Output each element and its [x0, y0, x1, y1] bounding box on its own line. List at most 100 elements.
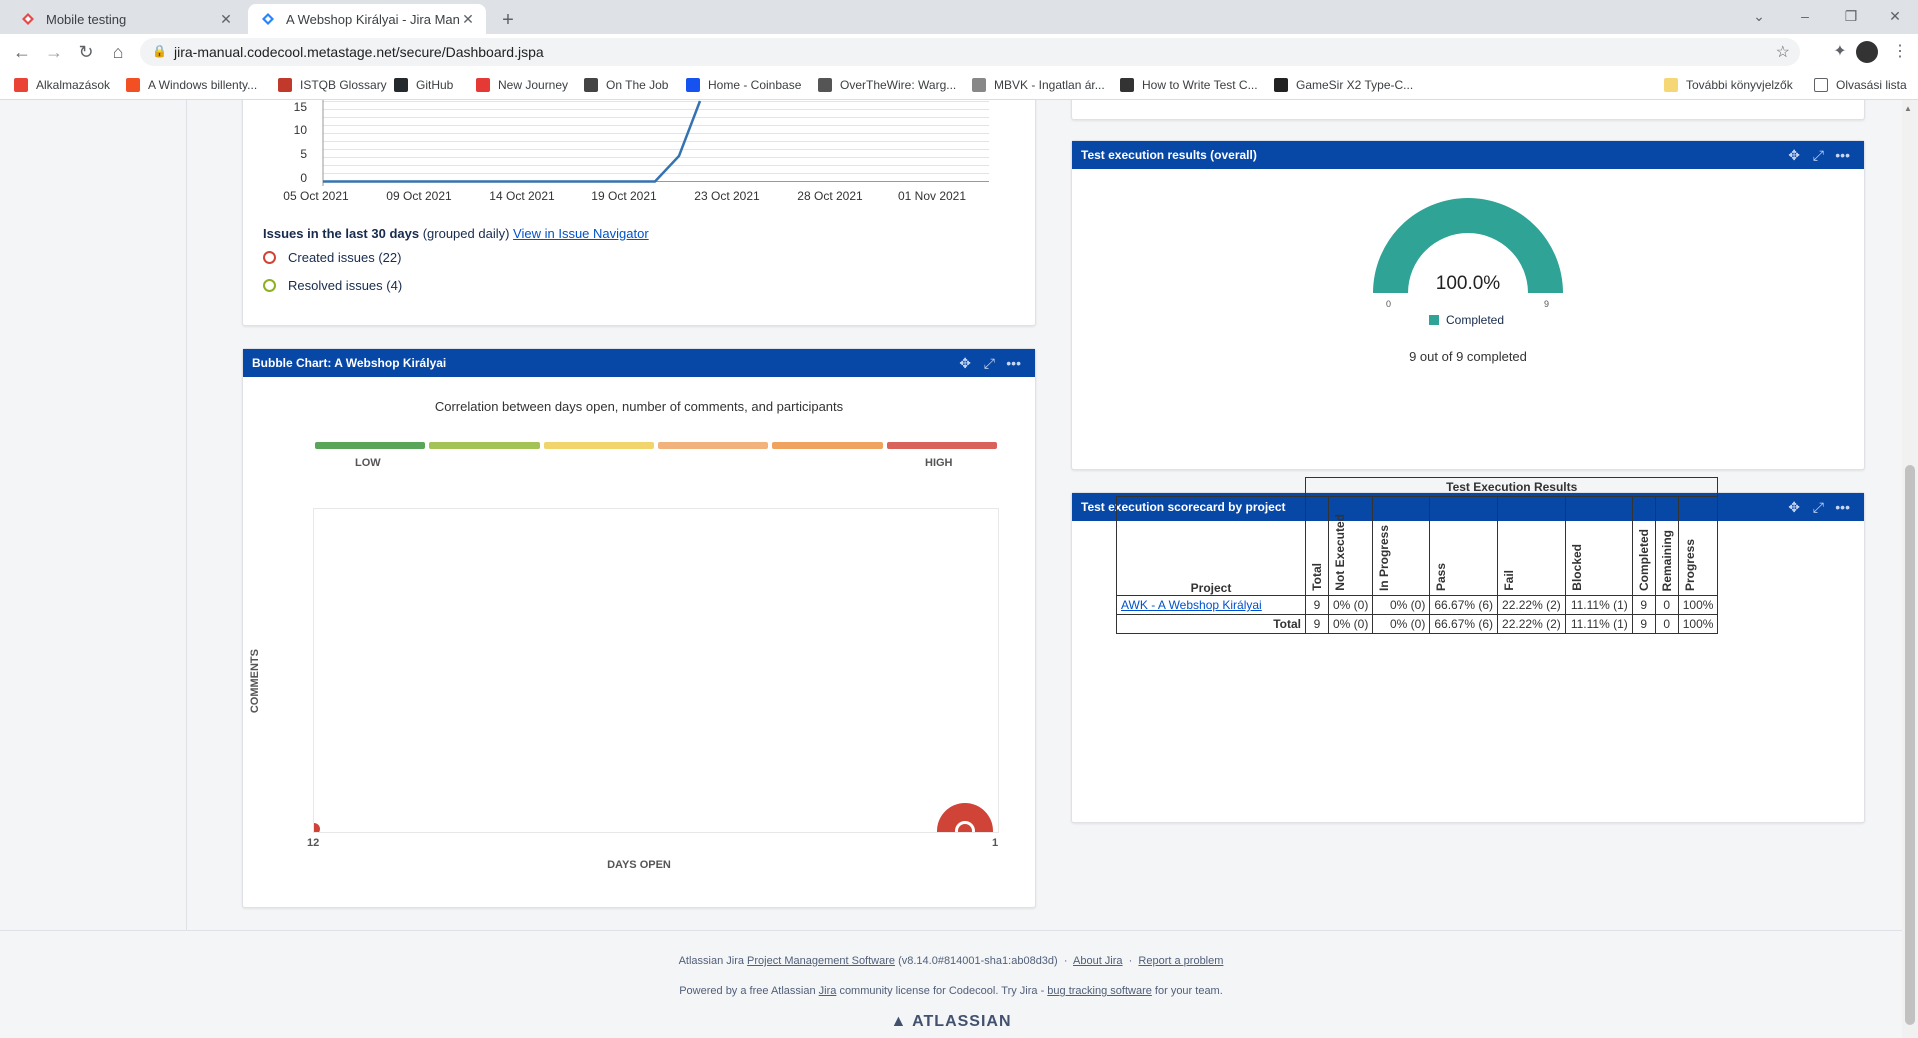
bookmark-item[interactable]: ISTQB Glossary [278, 76, 387, 94]
table-cell: 100% [1677, 614, 1719, 634]
tab-close-icon[interactable]: ✕ [218, 11, 234, 28]
tab-close-icon[interactable]: ✕ [460, 11, 476, 28]
bookmark-item[interactable]: New Journey [476, 76, 568, 94]
minimize-icon[interactable]: – [1782, 2, 1828, 30]
jira-favicon-icon [20, 11, 36, 27]
more-options-icon[interactable]: ••• [1835, 141, 1850, 169]
scrollbar-thumb[interactable] [1905, 465, 1915, 1025]
bookmark-item[interactable]: OverTheWire: Warg... [818, 76, 956, 94]
table-cell: 100% [1677, 595, 1719, 615]
bookmark-item[interactable]: Alkalmazások [14, 76, 110, 94]
scorecard-table: Test Execution Results Project Total Not … [1116, 477, 1719, 634]
tab-title: A Webshop Királyai - Jira Manual [286, 11, 460, 27]
legend-created-label: Created issues (22) [288, 250, 402, 265]
table-cell: 9 [1305, 595, 1329, 615]
bubble-chart-subtitle: Correlation between days open, number of… [434, 399, 844, 414]
footer-team: for your team. [1154, 985, 1223, 997]
forward-icon[interactable]: → [40, 38, 68, 66]
table-cell: 22.22% (2) [1497, 595, 1566, 615]
bookmark-favicon-icon [584, 78, 598, 92]
footer-line-1: Atlassian Jira Project Management Softwa… [678, 955, 1224, 967]
bookmark-item[interactable]: A Windows billenty... [126, 76, 257, 94]
y-tick-label: 0 [300, 171, 307, 185]
reload-icon[interactable]: ↻ [72, 38, 100, 66]
address-toolbar: ← → ↻ ⌂ 🔒 jira-manual.codecool.metastage… [0, 34, 1918, 70]
profile-avatar[interactable] [1856, 41, 1878, 63]
table-cell: 0 [1654, 595, 1679, 615]
report-problem-link[interactable]: Report a problem [1138, 955, 1223, 967]
bookmark-item[interactable]: How to Write Test C... [1120, 76, 1258, 94]
tab-search-icon[interactable]: ⌄ [1736, 2, 1782, 30]
legend-resolved-label: Resolved issues (4) [288, 278, 403, 293]
footer-prefix: Atlassian Jira [678, 955, 744, 967]
restore-icon[interactable]: ❐ [1828, 2, 1874, 30]
close-window-icon[interactable]: ✕ [1872, 2, 1918, 30]
move-icon[interactable]: ✥ [959, 349, 971, 377]
browser-menu-icon[interactable]: ⋮ [1890, 38, 1910, 66]
column-header: Completed [1631, 496, 1656, 596]
other-bookmarks-folder[interactable]: További könyvjelzők [1664, 76, 1793, 94]
bookmark-label: How to Write Test C... [1142, 78, 1258, 92]
new-tab-icon[interactable]: + [494, 6, 522, 34]
reading-list[interactable]: Olvasási lista [1814, 76, 1907, 94]
bookmark-favicon-icon [1120, 78, 1134, 92]
url-bar[interactable]: 🔒 jira-manual.codecool.metastage.net/sec… [140, 38, 1800, 66]
x-tick-label: 19 Oct 2021 [591, 189, 657, 203]
bubble-marker-icon [955, 821, 975, 832]
back-icon[interactable]: ← [8, 38, 36, 66]
caption-grouping: (grouped daily) [422, 226, 510, 241]
maximize-icon[interactable]: ⤢ [1813, 141, 1824, 169]
atlassian-logo[interactable]: ▲ ATLASSIAN [0, 1013, 1902, 1031]
table-row: AWK - A Webshop Királyai 9 0% (0) 0% (0) 66.… [1116, 595, 1719, 615]
move-icon[interactable]: ✥ [1788, 493, 1800, 521]
project-management-link[interactable]: Project Management Software [747, 955, 895, 967]
home-icon[interactable]: ⌂ [104, 38, 132, 66]
bookmark-favicon-icon [686, 78, 700, 92]
atlassian-wordmark: ATLASSIAN [912, 1013, 1012, 1030]
bookmark-item[interactable]: MBVK - Ingatlan ár... [972, 76, 1105, 94]
more-options-icon[interactable]: ••• [1835, 493, 1850, 521]
jira-link[interactable]: Jira [819, 985, 837, 997]
url-text[interactable]: jira-manual.codecool.metastage.net/secur… [174, 44, 544, 60]
completed-summary: 9 out of 9 completed [1409, 349, 1527, 364]
bubble-large[interactable] [937, 803, 993, 832]
column-header-label: Progress [1682, 538, 1697, 591]
scale-segment [886, 442, 997, 449]
table-cell: 0 [1654, 614, 1679, 634]
scale-segment [315, 442, 426, 449]
legend-resolved[interactable]: Resolved issues (4) [263, 278, 402, 293]
bookmark-item[interactable]: On The Job [584, 76, 668, 94]
move-icon[interactable]: ✥ [1788, 141, 1800, 169]
maximize-icon[interactable]: ⤢ [984, 349, 995, 377]
project-link[interactable]: AWK - A Webshop Királyai [1121, 598, 1262, 612]
maximize-icon[interactable]: ⤢ [1813, 493, 1824, 521]
lock-icon[interactable]: 🔒 [152, 44, 167, 58]
bubble-small[interactable] [314, 823, 320, 832]
bookmark-item[interactable]: Home - Coinbase [686, 76, 801, 94]
other-bookmarks-label: További könyvjelzők [1686, 78, 1793, 92]
scroll-up-icon[interactable]: ▲ [1904, 104, 1912, 113]
bookmark-favicon-icon [126, 78, 140, 92]
bug-tracking-link[interactable]: bug tracking software [1047, 985, 1152, 997]
bookmark-item[interactable]: GitHub [394, 76, 453, 94]
more-options-icon[interactable]: ••• [1006, 349, 1021, 377]
low-label: LOW [355, 457, 381, 469]
tab-mobile-testing[interactable]: Mobile testing ✕ [8, 4, 244, 34]
view-in-issue-navigator-link[interactable]: View in Issue Navigator [513, 226, 649, 241]
table-cell: 11.11% (1) [1564, 614, 1633, 634]
scale-segment [429, 442, 540, 449]
footer-license: community license for Codecool. Try Jira… [839, 985, 1045, 997]
tab-webshop-jira[interactable]: A Webshop Királyai - Jira Manual ✕ [248, 4, 486, 34]
bookmark-item[interactable]: GameSir X2 Type-C... [1274, 76, 1413, 94]
bookmark-star-icon[interactable]: ☆ [1776, 42, 1790, 62]
bookmark-label: On The Job [606, 78, 669, 92]
partial-gadget [1071, 100, 1865, 120]
gauge-percent: 100.0% [1435, 273, 1501, 294]
bookmark-label: GameSir X2 Type-C... [1296, 78, 1414, 92]
bookmark-label: Alkalmazások [36, 78, 111, 92]
about-jira-link[interactable]: About Jira [1073, 955, 1123, 967]
legend-created[interactable]: Created issues (22) [263, 250, 401, 265]
column-header-label: In Progress [1377, 524, 1392, 591]
extensions-icon[interactable]: ✦ [1826, 38, 1854, 66]
high-label: HIGH [925, 457, 953, 469]
